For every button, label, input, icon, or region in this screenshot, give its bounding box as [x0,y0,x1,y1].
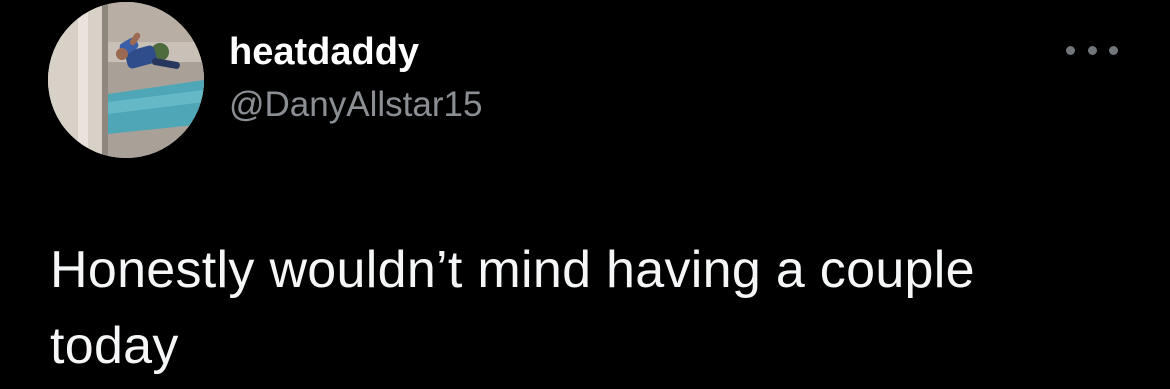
author-display-name[interactable]: heatdaddy [229,31,419,74]
tweet-card: heatdaddy @DanyAllstar15 Honestly wouldn… [0,0,1170,389]
more-options-icon[interactable] [1066,38,1118,62]
menu-dot [1066,45,1075,55]
author-handle[interactable]: @DanyAllstar15 [229,85,482,125]
profile-photo-icon [48,2,204,158]
menu-dot [1087,45,1097,55]
menu-dot [1109,45,1118,55]
avatar[interactable] [48,2,204,158]
tweet-text: Honestly wouldn’t mind having a couple t… [50,241,975,375]
